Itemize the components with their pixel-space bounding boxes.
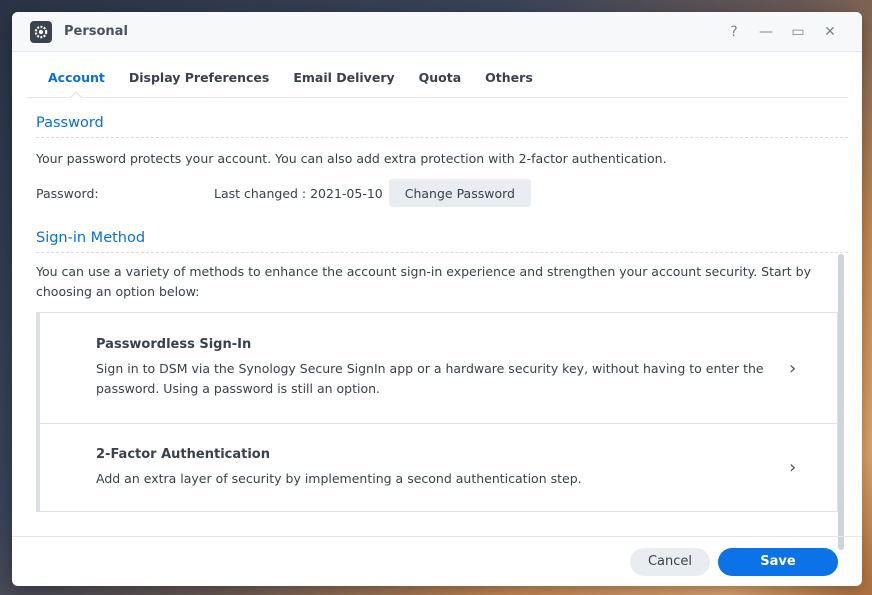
account-panel: Password Your password protects your acc…	[36, 110, 848, 536]
password-last-changed: Last changed : 2021-05-10	[214, 185, 383, 201]
cancel-button[interactable]: Cancel	[630, 547, 710, 576]
signin-description: You can use a variety of methods to enha…	[36, 264, 811, 299]
tab-account[interactable]: Account	[36, 70, 117, 99]
password-section-title: Password	[36, 115, 848, 138]
scrollbar[interactable]	[838, 254, 844, 550]
personal-dialog: Personal ? — ▭ ✕ Account Display Prefere…	[12, 12, 862, 586]
option-description: Sign in to DSM via the Synology Secure S…	[96, 361, 764, 396]
title-bar: Personal ? — ▭ ✕	[12, 12, 862, 52]
save-button[interactable]: Save	[718, 547, 838, 576]
password-row: Password: Last changed : 2021-05-10 Chan…	[36, 179, 848, 207]
passwordless-signin-option[interactable]: Passwordless Sign-In Sign in to DSM via …	[37, 313, 837, 423]
password-label: Password:	[36, 185, 99, 201]
signin-section-title: Sign-in Method	[36, 230, 848, 253]
tab-email-delivery[interactable]: Email Delivery	[281, 70, 406, 97]
option-title: 2-Factor Authentication	[96, 446, 270, 462]
chevron-right-icon: ›	[789, 457, 797, 478]
change-password-button[interactable]: Change Password	[388, 179, 531, 207]
tab-quota[interactable]: Quota	[407, 70, 474, 97]
signin-options-list: Passwordless Sign-In Sign in to DSM via …	[36, 312, 838, 512]
option-description: Add an extra layer of security by implem…	[96, 470, 582, 486]
help-icon[interactable]: ?	[718, 16, 750, 48]
window-title: Personal	[64, 24, 128, 39]
tab-display-preferences[interactable]: Display Preferences	[117, 70, 281, 97]
close-icon[interactable]: ✕	[814, 16, 846, 48]
maximize-icon[interactable]: ▭	[782, 16, 814, 48]
minimize-icon[interactable]: —	[750, 16, 782, 48]
dialog-footer: Cancel Save	[12, 536, 862, 586]
password-description: Your password protects your account. You…	[36, 151, 667, 166]
chevron-right-icon: ›	[789, 357, 797, 379]
tab-bar: Account Display Preferences Email Delive…	[26, 52, 848, 99]
tab-others[interactable]: Others	[473, 70, 545, 97]
two-factor-auth-option[interactable]: 2-Factor Authentication Add an extra lay…	[37, 423, 837, 511]
option-title: Passwordless Sign-In	[96, 337, 252, 352]
gear-icon	[30, 20, 52, 43]
